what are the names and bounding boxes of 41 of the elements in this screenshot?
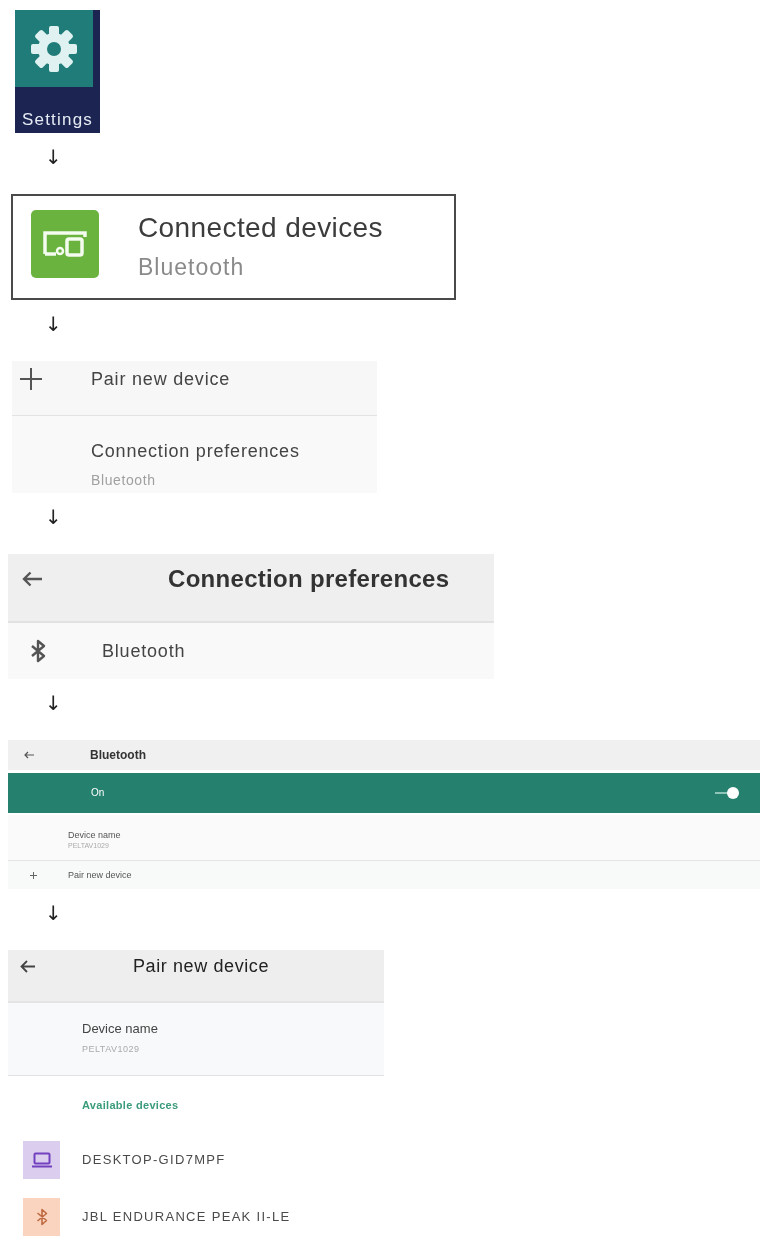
device-name: JBL ENDURANCE PEAK II-LE [82,1209,291,1225]
back-icon[interactable] [20,959,35,973]
item-title: Device name [68,830,121,841]
item-title: Connection preferences [91,440,300,462]
screen-title: Pair new device [133,956,270,976]
item-subtitle: Bluetooth [91,471,157,489]
item-title: Connected devices [138,212,383,244]
devices-icon [31,210,99,278]
down-arrow: ↓ [45,902,62,924]
settings-app-button[interactable]: Settings [15,10,100,133]
switch-bar[interactable]: On [8,773,760,813]
section-heading: Available devices [82,1098,179,1112]
down-arrow: ↓ [45,692,62,714]
back-icon[interactable] [24,751,34,759]
device-item[interactable]: DESKTOP-GID7MPF [8,1131,384,1184]
item-title: Device name [82,1021,158,1037]
down-arrow: ↓ [45,146,62,168]
back-icon[interactable] [22,571,42,587]
settings-row[interactable]: Bluetooth [8,623,494,679]
bluetooth-icon [30,639,46,663]
plus-icon [20,368,42,390]
settings-row[interactable]: Pair new device [8,861,760,889]
device-item[interactable]: JBL ENDURANCE PEAK II-LE [8,1188,384,1241]
item-subtitle: Bluetooth [138,254,246,280]
screen-title: Connection preferences [168,566,450,592]
toggle-switch[interactable] [715,787,739,799]
switch-label: On [91,787,106,799]
item-title: Pair new device [91,368,231,390]
screen-title: Bluetooth [90,748,146,762]
settings-row[interactable]: Device name PELTAV1029 [8,1003,384,1076]
settings-item-card[interactable]: Connected devices Bluetooth [11,194,456,300]
item-title: Pair new device [68,869,132,881]
down-arrow: ↓ [45,506,62,528]
item-title: Bluetooth [102,640,186,662]
menu-item[interactable]: Pair new device [12,361,377,416]
down-arrow: ↓ [45,313,62,335]
plus-icon [30,871,37,879]
settings-icon [30,24,78,73]
item-subtitle: PELTAV1029 [82,1044,140,1055]
menu-item[interactable]: Connection preferences Bluetooth [12,416,377,493]
device-name: DESKTOP-GID7MPF [82,1152,226,1168]
